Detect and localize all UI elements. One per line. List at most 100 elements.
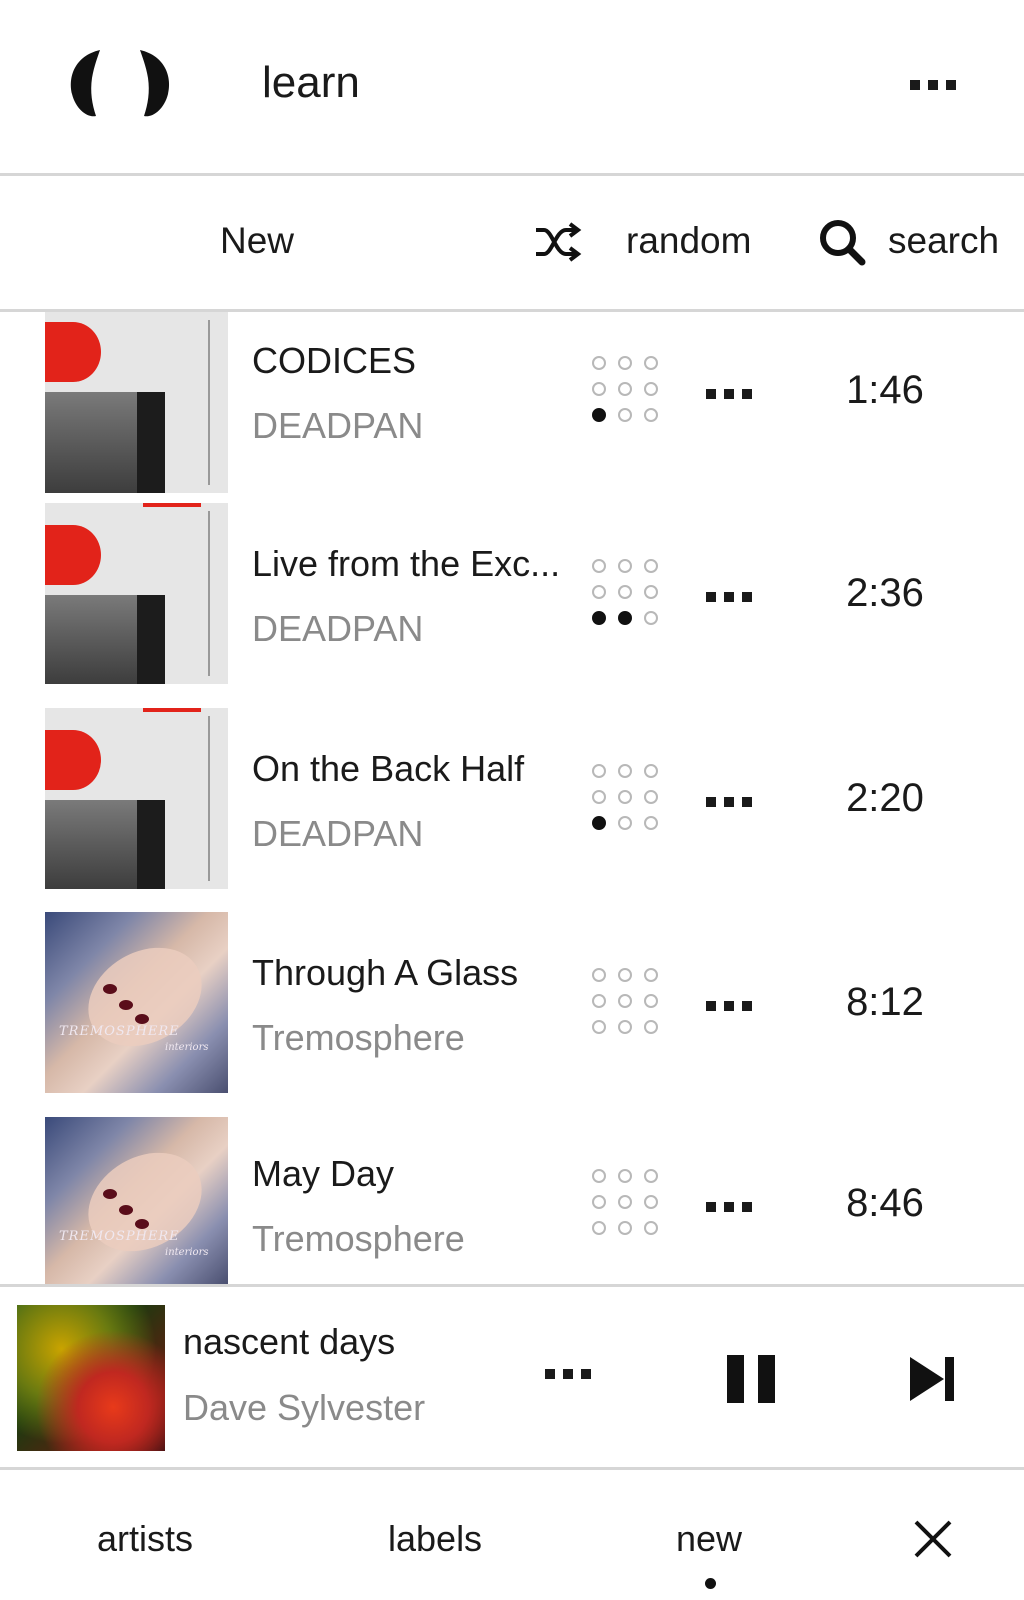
rating-dot[interactable] — [592, 968, 606, 982]
toolbar: New random search — [0, 176, 1024, 312]
cover-brand-text: TREMOSPHERE — [59, 1024, 180, 1039]
rating-dot[interactable] — [592, 611, 606, 625]
rating-dot[interactable] — [618, 559, 632, 573]
random-button[interactable]: random — [626, 220, 751, 262]
rating-dot[interactable] — [644, 611, 658, 625]
more-horizontal-icon[interactable] — [706, 389, 752, 399]
rating-dot[interactable] — [618, 408, 632, 422]
search-icon[interactable] — [818, 218, 866, 266]
track-duration: 2:36 — [846, 571, 924, 615]
rating-dots[interactable] — [592, 559, 664, 631]
rating-dot[interactable] — [644, 356, 658, 370]
nav-item-artists[interactable]: artists — [97, 1518, 193, 1560]
nav-item-new[interactable]: new — [676, 1518, 742, 1560]
rating-dot[interactable] — [592, 790, 606, 804]
track-artist: DEADPAN — [252, 813, 424, 854]
bottom-nav: artists labels new — [0, 1470, 1024, 1600]
rating-dot[interactable] — [618, 1195, 632, 1209]
now-playing-cover — [17, 1305, 165, 1451]
rating-dot[interactable] — [618, 382, 632, 396]
rating-dot[interactable] — [644, 585, 658, 599]
rating-dot[interactable] — [644, 994, 658, 1008]
album-cover — [45, 503, 228, 684]
more-horizontal-icon[interactable] — [706, 1202, 752, 1212]
rating-dot[interactable] — [592, 408, 606, 422]
more-horizontal-icon[interactable] — [706, 797, 752, 807]
rating-dot[interactable] — [644, 1020, 658, 1034]
rating-dot[interactable] — [644, 1169, 658, 1183]
track-artist: DEADPAN — [252, 405, 424, 446]
rating-dot[interactable] — [618, 1221, 632, 1235]
rating-dot[interactable] — [618, 611, 632, 625]
rating-dot[interactable] — [618, 816, 632, 830]
rating-dot[interactable] — [618, 968, 632, 982]
track-row[interactable]: TREMOSPHERE interiors Through A Glass Tr… — [0, 912, 1024, 1117]
rating-dot[interactable] — [592, 382, 606, 396]
track-artist: Tremosphere — [252, 1218, 465, 1259]
more-horizontal-icon[interactable] — [706, 592, 752, 602]
track-title: May Day — [252, 1153, 395, 1194]
rating-dot[interactable] — [618, 994, 632, 1008]
rating-dot[interactable] — [644, 790, 658, 804]
rating-dot[interactable] — [592, 1169, 606, 1183]
pause-icon[interactable] — [727, 1355, 775, 1403]
rating-dot[interactable] — [618, 356, 632, 370]
rating-dot[interactable] — [618, 1020, 632, 1034]
track-row[interactable]: On the Back Half DEADPAN 2:20 — [0, 708, 1024, 913]
rating-dots[interactable] — [592, 356, 664, 428]
track-duration: 2:20 — [846, 776, 924, 820]
rating-dot[interactable] — [592, 559, 606, 573]
rating-dot[interactable] — [592, 764, 606, 778]
rating-dot[interactable] — [618, 764, 632, 778]
rating-dot[interactable] — [644, 816, 658, 830]
rating-dot[interactable] — [592, 1221, 606, 1235]
track-artist: DEADPAN — [252, 608, 424, 649]
more-horizontal-icon[interactable] — [545, 1369, 591, 1379]
rating-dot[interactable] — [644, 764, 658, 778]
more-horizontal-icon[interactable] — [706, 1001, 752, 1011]
skip-next-icon[interactable] — [910, 1355, 956, 1403]
search-button[interactable]: search — [888, 220, 999, 262]
now-playing-bar[interactable]: nascent days Dave Sylvester — [0, 1284, 1024, 1470]
rating-dot[interactable] — [644, 968, 658, 982]
album-cover: TREMOSPHERE interiors — [45, 1117, 228, 1284]
rating-dot[interactable] — [592, 356, 606, 370]
nav-item-labels[interactable]: labels — [388, 1518, 482, 1560]
rating-dot[interactable] — [592, 994, 606, 1008]
close-icon[interactable] — [912, 1518, 954, 1560]
more-horizontal-icon[interactable] — [910, 80, 956, 90]
rating-dot[interactable] — [644, 382, 658, 396]
rating-dots[interactable] — [592, 764, 664, 836]
track-artist: Tremosphere — [252, 1017, 465, 1058]
track-row[interactable]: TREMOSPHERE interiors May Day Tremospher… — [0, 1117, 1024, 1284]
page-title: learn — [262, 58, 360, 107]
cover-sub-text: interiors — [165, 1247, 209, 1258]
track-row[interactable]: Live from the Exc... DEADPAN 2:36 — [0, 503, 1024, 708]
rating-dot[interactable] — [644, 408, 658, 422]
rating-dot[interactable] — [592, 585, 606, 599]
track-duration: 1:46 — [846, 368, 924, 412]
rating-dot[interactable] — [618, 585, 632, 599]
track-duration: 8:12 — [846, 980, 924, 1024]
album-cover — [45, 312, 228, 493]
tab-new[interactable]: New — [220, 220, 294, 262]
rating-dot[interactable] — [592, 816, 606, 830]
rating-dot[interactable] — [618, 790, 632, 804]
album-cover — [45, 708, 228, 889]
track-title: Live from the Exc... — [252, 543, 561, 584]
rating-dots[interactable] — [592, 968, 664, 1040]
pill-logo-icon[interactable] — [66, 48, 174, 120]
rating-dot[interactable] — [592, 1020, 606, 1034]
rating-dot[interactable] — [644, 1221, 658, 1235]
rating-dot[interactable] — [618, 1169, 632, 1183]
app-header: learn — [0, 0, 1024, 176]
active-indicator — [705, 1578, 716, 1589]
now-playing-artist: Dave Sylvester — [183, 1387, 426, 1428]
shuffle-icon[interactable] — [534, 222, 582, 262]
rating-dots[interactable] — [592, 1169, 664, 1241]
rating-dot[interactable] — [644, 559, 658, 573]
rating-dot[interactable] — [592, 1195, 606, 1209]
track-row[interactable]: CODICES DEADPAN 1:46 — [0, 312, 1024, 517]
track-title: CODICES — [252, 340, 417, 381]
rating-dot[interactable] — [644, 1195, 658, 1209]
